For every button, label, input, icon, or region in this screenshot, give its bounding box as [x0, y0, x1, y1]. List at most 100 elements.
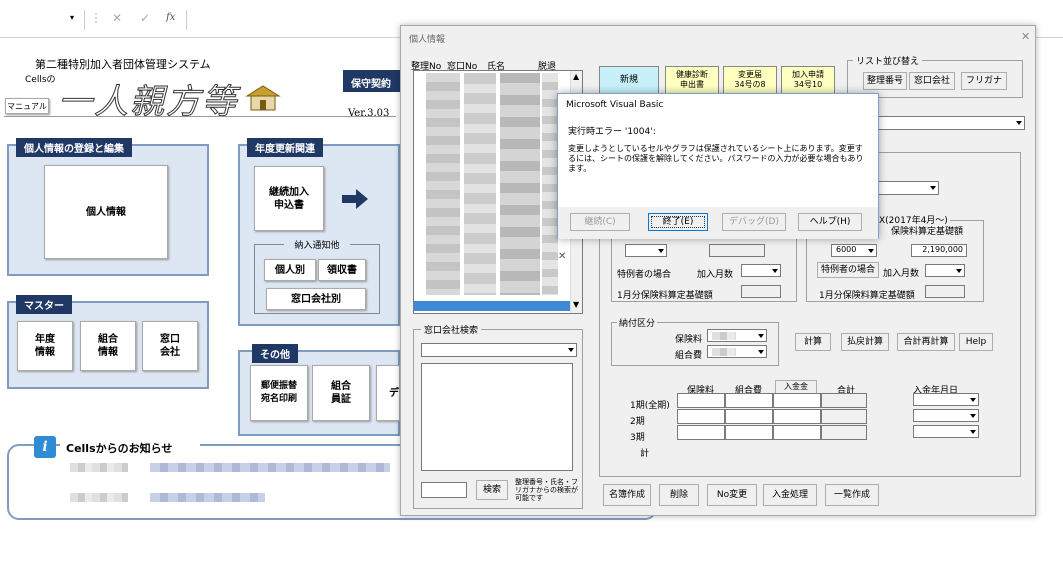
individual-button[interactable]: 個人別: [264, 259, 316, 281]
chevron-down-icon: [1016, 121, 1022, 125]
system-title: 第二種特別加入者団体管理システム: [35, 58, 211, 71]
window-company-button[interactable]: 窓口会社別: [266, 288, 366, 310]
date-dropdown-3[interactable]: [913, 425, 979, 438]
deposit-process-button[interactable]: 入金処理: [763, 484, 817, 506]
company-search-dropdown[interactable]: [421, 343, 577, 357]
total-2: [821, 409, 867, 424]
deposit-3[interactable]: [773, 425, 821, 440]
deposit-2[interactable]: [773, 409, 821, 424]
dots-icon: ⋮: [90, 11, 102, 25]
fx-icon[interactable]: fx: [166, 12, 175, 23]
change-notice-button[interactable]: 変更届 34号の8: [723, 66, 777, 94]
premium-label: 保険料: [675, 335, 703, 345]
company-search-label: 窓口会社検索: [421, 323, 482, 336]
list-close-icon[interactable]: ✕: [558, 251, 566, 262]
first-month-base-label-left: 1月分保険料算定基礎額: [617, 291, 713, 301]
continue-button[interactable]: 継続(C): [570, 213, 630, 231]
end-button[interactable]: 終了(E): [648, 213, 708, 231]
debug-button[interactable]: デバッグ(D): [722, 213, 786, 231]
join-months-dropdown-left[interactable]: [741, 264, 781, 277]
first-month-base-field-right[interactable]: [925, 285, 965, 298]
person-dropdown[interactable]: [877, 116, 1025, 130]
scroll-up-icon[interactable]: ▲: [573, 72, 579, 81]
union-fee-1[interactable]: [725, 393, 773, 408]
news-date-2: [70, 493, 128, 502]
enter-icon[interactable]: ✓: [140, 11, 150, 25]
refund-calc-button[interactable]: 払戻計算: [841, 333, 889, 351]
close-icon[interactable]: ✕: [1021, 30, 1030, 43]
total-recalc-button[interactable]: 合計再計算: [897, 333, 955, 351]
news-link-1[interactable]: [150, 463, 390, 472]
health-check-button[interactable]: 健康診断 申出書: [665, 66, 719, 94]
first-month-base-field-left[interactable]: [741, 285, 781, 298]
calc-button[interactable]: 計算: [795, 333, 831, 351]
total-3: [821, 425, 867, 440]
partial-button[interactable]: デ: [376, 365, 400, 421]
news-date-1: [70, 463, 128, 472]
chevron-down-icon[interactable]: ▾: [70, 13, 74, 22]
union-fee-dropdown[interactable]: [707, 345, 767, 358]
new-button[interactable]: 新規: [599, 66, 659, 94]
cancel-icon[interactable]: ✕: [112, 11, 122, 25]
row-label-2: 2期: [630, 417, 645, 427]
info-icon: i: [34, 436, 56, 458]
sort-by-company-button[interactable]: 窓口会社: [909, 72, 955, 90]
postal-label-button[interactable]: 郵便振替 宛名印刷: [250, 365, 308, 421]
join-months-label-left: 加入月数: [697, 270, 734, 280]
daily-amount-dropdown[interactable]: 6000: [831, 244, 877, 257]
col-deposit-button[interactable]: 入金金: [775, 380, 817, 394]
name-box[interactable]: ▾: [0, 10, 85, 30]
list-selected-row[interactable]: [414, 301, 570, 311]
news-link-2[interactable]: [150, 493, 265, 502]
receipt-button[interactable]: 領収書: [318, 259, 366, 281]
cells-label: Cellsの: [25, 75, 56, 85]
base-amount-field[interactable]: 2,190,000: [911, 244, 967, 257]
msgbox-help-button[interactable]: ヘルプ(H): [798, 213, 862, 231]
union-fee-2[interactable]: [725, 409, 773, 424]
class-dropdown[interactable]: [877, 181, 939, 195]
hoshu-button[interactable]: 保守契約: [343, 70, 400, 92]
union-fee-3[interactable]: [725, 425, 773, 440]
list-create-button[interactable]: 一覧作成: [825, 484, 879, 506]
change-no-button[interactable]: No変更: [707, 484, 757, 506]
personal-section-title: 個人情報の登録と編集: [16, 138, 132, 157]
date-dropdown-1[interactable]: [913, 393, 979, 406]
msgbox-footer: 継続(C) 終了(E) デバッグ(D) ヘルプ(H): [558, 207, 878, 239]
deposit-1[interactable]: [773, 393, 821, 408]
version: Ver.3.03: [348, 108, 390, 119]
premium-dropdown[interactable]: [707, 329, 767, 342]
window-company-master-button[interactable]: 窓口 会社: [142, 321, 198, 371]
premium-2[interactable]: [677, 409, 725, 424]
special-case-label-left: 特例者の場合: [617, 270, 672, 280]
sort-by-kana-button[interactable]: フリガナ: [961, 72, 1007, 90]
sort-label: リスト並び替え: [853, 54, 923, 67]
scroll-down-icon[interactable]: ▼: [573, 300, 579, 309]
old-amount-dropdown[interactable]: [625, 244, 667, 257]
join-apply-button[interactable]: 加入申請 34号10: [781, 66, 835, 94]
company-list[interactable]: [421, 363, 573, 471]
roster-button[interactable]: 名簿作成: [603, 484, 651, 506]
sort-by-number-button[interactable]: 整理番号: [863, 72, 907, 90]
arrow-right-icon: [342, 189, 368, 209]
join-months-dropdown-right[interactable]: [925, 264, 965, 277]
search-button[interactable]: 検索: [476, 480, 508, 500]
chevron-down-icon: [956, 268, 962, 273]
special-case-button-right[interactable]: 特例者の場合: [817, 262, 879, 278]
delete-button[interactable]: 削除: [659, 484, 699, 506]
union-info-button[interactable]: 組合 情報: [80, 321, 136, 371]
personal-info-button[interactable]: 個人情報: [44, 165, 168, 259]
renewal-button[interactable]: 継続加入 申込書: [254, 166, 324, 231]
total-1: [821, 393, 867, 408]
search-input[interactable]: [421, 482, 467, 498]
premium-3[interactable]: [677, 425, 725, 440]
union-fee-label: 組合費: [675, 351, 703, 361]
chevron-down-icon: [868, 248, 874, 253]
old-base-field[interactable]: [709, 244, 765, 257]
union-cert-button[interactable]: 組合 員証: [312, 365, 370, 421]
premium-1[interactable]: [677, 393, 725, 408]
manual-button[interactable]: マニュアル: [5, 98, 49, 114]
year-info-button[interactable]: 年度 情報: [17, 321, 73, 371]
chevron-down-icon: [970, 429, 976, 434]
help-button[interactable]: Help: [959, 333, 993, 351]
date-dropdown-2[interactable]: [913, 409, 979, 422]
